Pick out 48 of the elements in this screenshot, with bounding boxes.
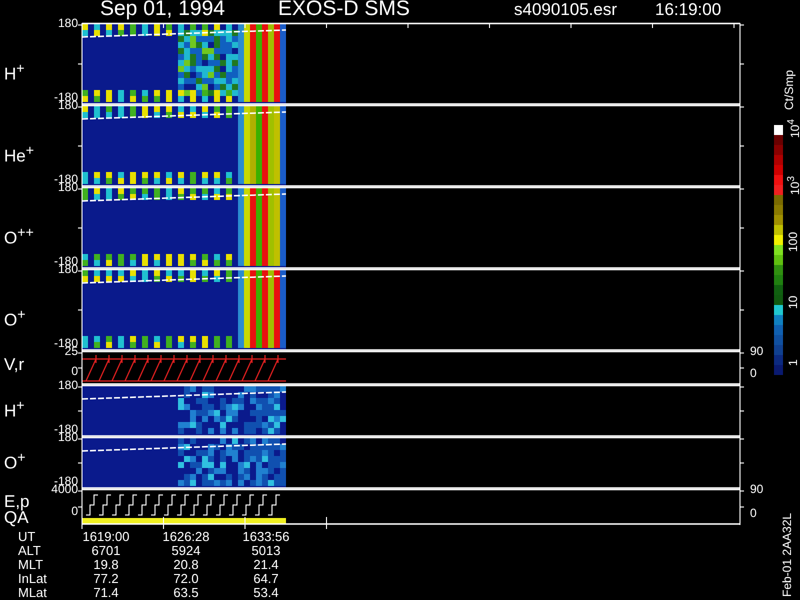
- row-label: InLat: [18, 572, 48, 586]
- color-scale-label: 1: [787, 359, 799, 366]
- color-scale-label: 100: [787, 232, 799, 252]
- table-cell-text: 72.0: [172, 572, 200, 586]
- axis-label: 90: [750, 483, 764, 495]
- axis-label: 180: [58, 379, 78, 391]
- table-cell-text: 5013: [250, 544, 282, 558]
- axis-label: 0: [750, 507, 757, 519]
- footer-code: Feb-01 2AA32L: [781, 512, 793, 597]
- date-title: Sep 01, 1994: [100, 0, 225, 20]
- axis-label: 4000: [51, 483, 78, 495]
- panel-label: H$^{+}$: [4, 399, 25, 420]
- row-label: MLat: [18, 586, 48, 600]
- row-label: UT: [18, 530, 36, 544]
- instrument-title: EXOS-D SMS: [278, 0, 410, 20]
- time-label: 16:19:00: [655, 1, 722, 20]
- panel-label: V,r: [4, 356, 24, 373]
- row-label: MLT: [18, 558, 44, 572]
- color-scale-label: 10: [787, 296, 799, 309]
- table-cell-text: 21.4: [252, 558, 280, 572]
- table-cell-text: 1633:56: [242, 530, 290, 544]
- table-cell-text: 1626:28: [162, 530, 210, 544]
- panel-label: He$^{+}$: [4, 144, 34, 165]
- row-label: ALT: [18, 544, 42, 558]
- table-cell-text: 1619:00: [82, 530, 130, 544]
- panel-label: E,p: [4, 493, 30, 510]
- panel-label: H$^{+}$: [4, 62, 25, 83]
- table-cell-text: 63.5: [172, 586, 200, 600]
- table-cell-text: 19.8: [92, 558, 120, 572]
- table-cell-text: 71.4: [92, 586, 120, 600]
- axis-label: 0: [71, 365, 78, 377]
- file-name: s4090105.esr: [514, 1, 618, 20]
- table-cell-text: 77.2: [92, 572, 120, 586]
- axis-label: 90: [750, 345, 764, 357]
- table-cell-text: 20.8: [172, 558, 200, 572]
- panel-label: QA: [4, 509, 29, 526]
- panel-label: O$^{++}$: [4, 226, 34, 247]
- axis-label: 0: [71, 505, 78, 517]
- table-cell-text: 64.7: [252, 572, 280, 586]
- table-cell-text: 6701: [90, 544, 122, 558]
- panel-label: O$^{+}$: [4, 308, 26, 329]
- axis-label: 25: [64, 345, 78, 357]
- axis-label: 0: [750, 367, 757, 379]
- table-cell-text: 53.4: [252, 586, 280, 600]
- table-cell-text: 5924: [170, 544, 202, 558]
- panel-label: O$^{+}$: [4, 451, 26, 472]
- color-scale-unit: Ct/Smp: [783, 70, 795, 110]
- axis-label: 180: [58, 17, 78, 29]
